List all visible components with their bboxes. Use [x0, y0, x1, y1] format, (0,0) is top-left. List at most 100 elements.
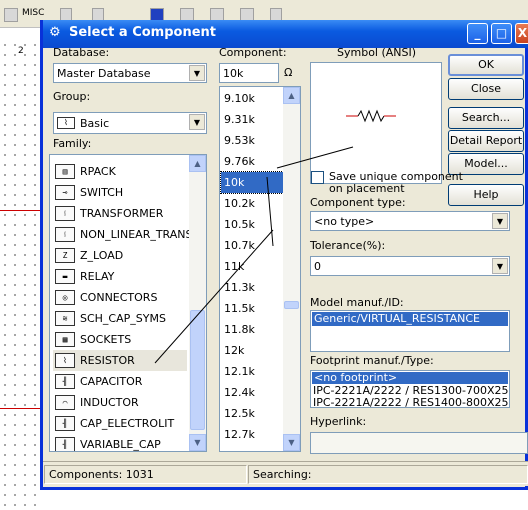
family-item[interactable]: Z Z_LOAD — [53, 245, 183, 266]
family-item[interactable]: ◎ CONNECTORS — [53, 287, 183, 308]
family-item[interactable]: ▥ RPACK — [53, 161, 183, 182]
variable-cap-icon: ╢ — [55, 437, 75, 451]
family-item-label: CONNECTORS — [80, 291, 158, 304]
component-type-label: Component type: — [310, 196, 406, 209]
chevron-down-icon[interactable]: ▼ — [492, 258, 508, 274]
footprint-item[interactable]: <no footprint> — [312, 372, 508, 384]
hyperlink-field[interactable] — [310, 432, 528, 454]
component-item[interactable]: 10.5k — [221, 214, 283, 235]
resistor-icon: ⌇ — [55, 353, 75, 368]
scroll-up-icon[interactable]: ▲ — [283, 87, 300, 104]
chevron-down-icon[interactable]: ▼ — [189, 65, 205, 81]
relay-icon: ▬ — [55, 269, 75, 284]
component-item[interactable]: 11k — [221, 256, 283, 277]
scroll-thumb[interactable] — [190, 310, 205, 430]
component-item[interactable]: 13k — [221, 445, 283, 451]
component-scrollbar[interactable]: ▲ ▼ — [283, 87, 300, 451]
family-item-label: SCH_CAP_SYMS — [80, 312, 166, 325]
transformer-icon: ⧙ — [55, 206, 75, 221]
family-item[interactable]: ⧙ NON_LINEAR_TRANS — [53, 224, 193, 245]
dialog-titlebar[interactable]: ⚙ Select a Component _ □ X — [43, 20, 528, 48]
component-item[interactable]: 12.4k — [221, 382, 283, 403]
ok-button[interactable]: OK — [448, 54, 524, 76]
family-item[interactable]: ⌒ INDUCTOR — [53, 392, 183, 413]
scroll-up-icon[interactable]: ▲ — [189, 155, 206, 172]
family-item[interactable]: ╢ VARIABLE_CAP — [53, 434, 183, 451]
family-item[interactable]: ╢ CAPACITOR — [53, 371, 183, 392]
schematic-grid — [0, 40, 40, 510]
switch-icon: ⊸ — [55, 185, 75, 200]
search-button[interactable]: Search... — [448, 107, 524, 129]
family-item[interactable]: ⊸ SWITCH — [53, 182, 183, 203]
component-item-label: 11.5k — [224, 302, 255, 315]
footprint-item[interactable]: IPC-2221A/2222 / RES1400-800X250 — [313, 396, 509, 407]
model-manuf-list[interactable]: Generic/VIRTUAL_RESISTANCE — [310, 310, 510, 352]
symbol-label: Symbol (ANSI) — [337, 46, 417, 59]
rpack-icon: ▥ — [55, 164, 75, 179]
close-button[interactable]: Close — [448, 78, 524, 100]
family-item[interactable]: ≋ SCH_CAP_SYMS — [53, 308, 183, 329]
component-item[interactable]: 9.53k — [221, 130, 283, 151]
component-item-label: 12.1k — [224, 365, 255, 378]
component-item-label: 9.31k — [224, 113, 255, 126]
capacitor-icon: ╢ — [55, 374, 75, 389]
group-label: Group: — [53, 90, 91, 103]
component-item[interactable]: 9.31k — [221, 109, 283, 130]
group-select[interactable]: ⌇ Basic ▼ — [53, 112, 207, 134]
family-list[interactable]: ╢ VARIABLE_CAP ╢ CAP_ELECTROLIT ⌒ INDUCTOR ╢ CA… — [49, 154, 207, 452]
toolbar-tool-icon[interactable] — [4, 8, 18, 22]
component-input[interactable]: 10k — [219, 63, 279, 83]
ruler-number: 2 — [18, 46, 24, 56]
component-item[interactable]: 10k — [220, 171, 284, 194]
toolbar-misc-label[interactable]: MISC — [22, 8, 44, 18]
chevron-down-icon[interactable]: ▼ — [492, 213, 508, 229]
save-unique-checkbox[interactable] — [311, 171, 324, 184]
tolerance-select[interactable]: 0 ▼ — [310, 256, 510, 276]
family-item[interactable]: ⌇ RESISTOR — [53, 350, 187, 371]
scroll-down-icon[interactable]: ▼ — [283, 434, 300, 451]
component-label: Component: — [219, 46, 287, 59]
chevron-down-icon[interactable]: ▼ — [189, 114, 205, 130]
close-window-button[interactable]: X — [515, 23, 528, 44]
component-item[interactable]: 11.8k — [221, 319, 283, 340]
schematic-wire[interactable] — [0, 210, 40, 211]
help-button[interactable]: Help — [448, 184, 524, 206]
scroll-thumb[interactable] — [284, 301, 299, 309]
component-item-label: 11k — [224, 260, 245, 273]
component-item[interactable]: 12.1k — [221, 361, 283, 382]
component-item[interactable]: 10.7k — [221, 235, 283, 256]
component-item[interactable]: 9.76k — [221, 151, 283, 172]
scroll-down-icon[interactable]: ▼ — [189, 434, 206, 451]
component-list[interactable]: 13.7k13.5k13.3k13k12.7k12.5k12.4k12.1k12… — [219, 86, 301, 452]
component-item-label: 10.2k — [224, 197, 255, 210]
component-item[interactable]: 12.7k — [221, 424, 283, 445]
database-value: Master Database — [57, 67, 151, 80]
group-value: Basic — [80, 117, 110, 130]
database-select[interactable]: Master Database ▼ — [53, 63, 207, 83]
component-item[interactable]: 10.2k — [221, 193, 283, 214]
family-item[interactable]: ▦ SOCKETS — [53, 329, 183, 350]
detail-report-button[interactable]: Detail Report — [448, 130, 524, 152]
family-item-label: RPACK — [80, 165, 116, 178]
resistor-wave-icon: ⌇ — [57, 117, 75, 129]
family-item-label: Z_LOAD — [80, 249, 124, 262]
model-manuf-selected[interactable]: Generic/VIRTUAL_RESISTANCE — [312, 312, 508, 326]
schematic-wire[interactable] — [0, 408, 40, 409]
footprint-list[interactable]: <no footprint> IPC-2221A/2222 / RES1300-7… — [310, 370, 510, 408]
component-type-select[interactable]: <no type> ▼ — [310, 211, 510, 231]
maximize-button[interactable]: □ — [491, 23, 512, 44]
component-item-label: 12.5k — [224, 407, 255, 420]
component-item[interactable]: 12k — [221, 340, 283, 361]
footprint-label: Footprint manuf./Type: — [310, 354, 434, 367]
component-item[interactable]: 11.3k — [221, 277, 283, 298]
dialog-title: Select a Component — [69, 25, 216, 40]
component-item[interactable]: 9.10k — [221, 88, 283, 109]
component-item[interactable]: 12.5k — [221, 403, 283, 424]
component-item[interactable]: 11.5k — [221, 298, 283, 319]
minimize-button[interactable]: _ — [467, 23, 488, 44]
family-scrollbar[interactable]: ▲ ▼ — [189, 155, 206, 451]
family-item-label: RESISTOR — [80, 354, 135, 367]
family-item[interactable]: ⧙ TRANSFORMER — [53, 203, 183, 224]
family-item[interactable]: ▬ RELAY — [53, 266, 183, 287]
family-item[interactable]: ╢ CAP_ELECTROLIT — [53, 413, 183, 434]
